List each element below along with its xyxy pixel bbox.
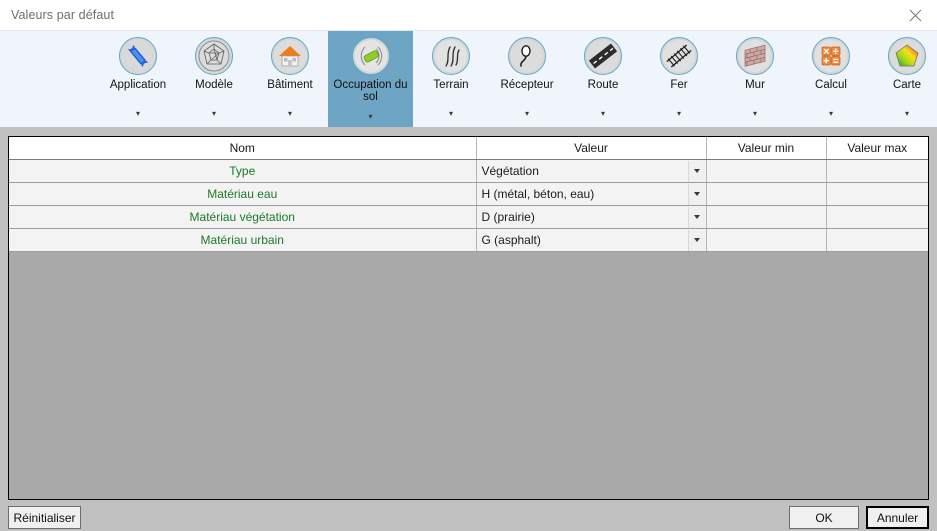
ribbon-tab-fer[interactable]: Fer ▾ [641, 31, 717, 128]
ribbon-tab-label: Mur [745, 79, 765, 91]
ribbon-tab-label: Terrain [433, 79, 469, 91]
ribbon-tab-terrain[interactable]: Terrain ▾ [413, 31, 489, 128]
chevron-down-icon[interactable] [687, 229, 706, 251]
row-value-text: Végétation [481, 164, 539, 178]
table-row[interactable]: Matériau eau H (métal, béton, eau) [9, 182, 928, 206]
row-value-min[interactable] [706, 182, 827, 206]
ribbon-tab-mur[interactable]: Mur ▾ [717, 31, 793, 128]
table-row[interactable]: Matériau urbain G (asphalt) [9, 228, 928, 252]
column-header-nom: Nom [9, 137, 477, 160]
ribbon-tab-carte[interactable]: Carte ▾ [869, 31, 937, 128]
ribbon-caret-icon[interactable]: ▾ [565, 110, 641, 118]
row-value-text: G (asphalt) [481, 233, 541, 247]
ribbon-caret-icon[interactable]: ▾ [793, 110, 869, 118]
window-titlebar: Valeurs par défaut [0, 0, 937, 30]
ribbon-caret-icon[interactable]: ▾ [100, 110, 176, 118]
row-value-max[interactable] [826, 228, 928, 252]
wall-icon [736, 37, 774, 75]
ribbon-tab-label: Bâtiment [267, 79, 313, 91]
row-value-combobox[interactable]: H (métal, béton, eau) [476, 182, 707, 206]
row-value-min[interactable] [706, 205, 827, 229]
ribbon-tab-application[interactable]: Application ▾ [100, 31, 176, 128]
properties-table-panel: Nom Valeur Valeur min Valeur max Type Vé… [8, 136, 929, 500]
dialog-body: Nom Valeur Valeur min Valeur max Type Vé… [0, 127, 937, 531]
ribbon-caret-icon[interactable]: ▾ [641, 110, 717, 118]
row-value-max[interactable] [826, 182, 928, 206]
row-value-min[interactable] [706, 228, 827, 252]
ribbon-tab-label: Modèle [195, 79, 233, 91]
row-value-combobox[interactable]: Végétation [476, 159, 707, 183]
row-name: Matériau urbain [9, 228, 477, 252]
reset-button[interactable]: Réinitialiser [8, 506, 81, 529]
ribbon-tab-recepteur[interactable]: Récepteur ▾ [489, 31, 565, 128]
ribbon-caret-icon[interactable]: ▾ [413, 110, 489, 118]
ribbon-toolbar: Application ▾ Modèle ▾ Bâtiment ▾ Occupa… [0, 30, 937, 128]
ribbon-tab-label: Route [587, 79, 619, 91]
table-header-row: Nom Valeur Valeur min Valeur max [9, 137, 928, 160]
ribbon-tab-route[interactable]: Route ▾ [565, 31, 641, 128]
ribbon-caret-icon[interactable]: ▾ [717, 110, 793, 118]
calculator-icon [812, 37, 850, 75]
dialog-button-bar: Réinitialiser OK Annuler [0, 503, 937, 531]
close-button[interactable] [893, 0, 937, 30]
colormap-icon [888, 37, 926, 75]
ribbon-caret-icon[interactable]: ▾ [252, 110, 328, 118]
ribbon-tab-label: Calcul [815, 79, 847, 91]
receiver-icon [508, 37, 546, 75]
row-value-combobox[interactable]: G (asphalt) [476, 228, 707, 252]
row-name: Type [9, 159, 477, 183]
window-title: Valeurs par défaut [11, 8, 115, 22]
row-name: Matériau eau [9, 182, 477, 206]
chevron-down-icon[interactable] [687, 160, 706, 182]
ribbon-items: Application ▾ Modèle ▾ Bâtiment ▾ Occupa… [4, 31, 937, 128]
road-icon [584, 37, 622, 75]
ribbon-caret-icon[interactable]: ▾ [328, 113, 413, 121]
ribbon-tab-label: Récepteur [500, 79, 554, 91]
close-icon [909, 9, 921, 21]
column-header-valeur-max: Valeur max [826, 137, 928, 160]
ribbon-caret-icon[interactable]: ▾ [869, 110, 937, 118]
ribbon-tab-label: Fer [670, 79, 688, 91]
row-name: Matériau végétation [9, 205, 477, 229]
ok-button[interactable]: OK [789, 506, 859, 529]
land-use-icon [351, 37, 390, 75]
row-value-min[interactable] [706, 159, 827, 183]
ribbon-tab-label: Carte [892, 79, 922, 91]
mesh-globe-icon [195, 37, 233, 75]
building-icon [271, 37, 309, 75]
ribbon-caret-icon[interactable]: ▾ [176, 110, 252, 118]
properties-table: Nom Valeur Valeur min Valeur max Type Vé… [9, 137, 928, 252]
cancel-button[interactable]: Annuler [866, 506, 929, 529]
row-value-text: H (métal, béton, eau) [481, 187, 595, 201]
column-header-valeur-min: Valeur min [706, 137, 827, 160]
chevron-down-icon[interactable] [687, 206, 706, 228]
ribbon-tab-batiment[interactable]: Bâtiment ▾ [252, 31, 328, 128]
ribbon-tab-modele[interactable]: Modèle ▾ [176, 31, 252, 128]
ribbon-tab-occupation-du-sol[interactable]: Occupation du sol ▾ [328, 31, 413, 128]
row-value-max[interactable] [826, 205, 928, 229]
ribbon-tab-label: Application [109, 79, 167, 91]
terrain-icon [432, 37, 470, 75]
table-row[interactable]: Matériau végétation D (prairie) [9, 205, 928, 229]
wrench-icon [119, 37, 157, 75]
ribbon-tab-label: Occupation du sol [333, 79, 408, 103]
chevron-down-icon[interactable] [687, 183, 706, 205]
row-value-text: D (prairie) [481, 210, 535, 224]
row-value-max[interactable] [826, 159, 928, 183]
ribbon-tab-calcul[interactable]: Calcul ▾ [793, 31, 869, 128]
table-row[interactable]: Type Végétation [9, 159, 928, 183]
column-header-valeur: Valeur [476, 137, 707, 160]
railway-icon [660, 37, 698, 75]
row-value-combobox[interactable]: D (prairie) [476, 205, 707, 229]
ribbon-caret-icon[interactable]: ▾ [489, 110, 565, 118]
